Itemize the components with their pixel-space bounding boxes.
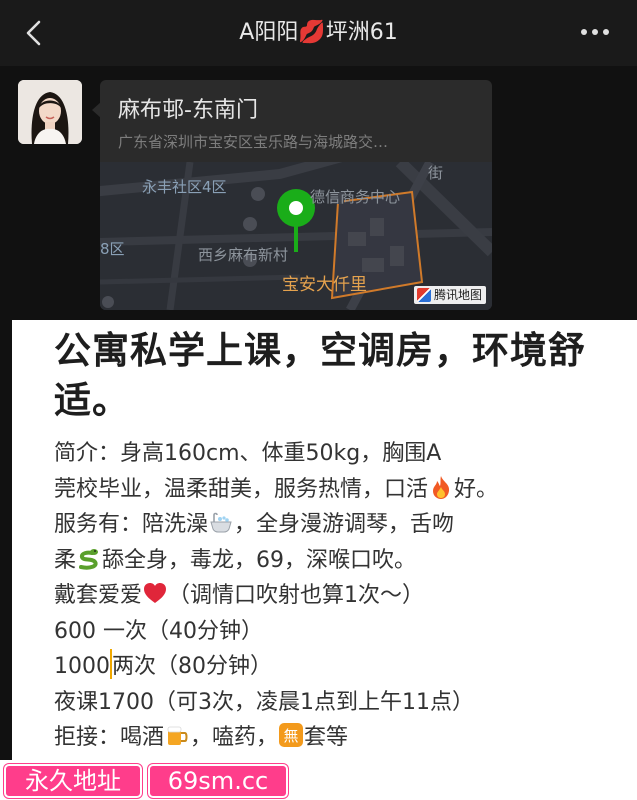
chat-title: A阳阳💋坪洲61 — [239, 20, 398, 45]
ad-line: 戴套爱爱 （调情口吹射也算1次～） — [54, 578, 624, 614]
location-map[interactable]: 永丰社区4区 德信商务中心 西乡麻布新村 8区 宝安大仟里 街 腾讯地图 — [100, 162, 492, 310]
map-provider-label: 腾讯地图 — [433, 288, 482, 302]
svg-text:無: 無 — [284, 727, 299, 745]
bathtub-icon — [210, 512, 232, 533]
ad-line: 莞校毕业，温柔甜美，服务热情，口活 好。 — [54, 472, 624, 508]
heart-icon — [144, 583, 167, 603]
ad-body: 简介：身高160cm、体重50kg，胸围A 莞校毕业，温柔甜美，服务热情，口活好… — [54, 436, 624, 756]
footer-watermark: 永久地址 69sm.cc — [0, 760, 637, 800]
more-dots-icon[interactable] — [579, 22, 611, 42]
map-label-landmark: 宝安大仟里 — [282, 275, 367, 295]
no-symbol-icon: 無 — [279, 723, 304, 747]
ad-text: 服务有：陪洗澡 — [54, 512, 209, 537]
ad-headline: 公寓私学上课，空调房，环境舒适。 — [54, 329, 586, 422]
ad-text: 套等 — [304, 725, 349, 750]
ad-text: 舔全身，毒龙，69，深喉口吹。 — [102, 547, 417, 573]
avatar[interactable] — [18, 80, 82, 144]
ad-text: 戴套爱爱 — [54, 583, 143, 608]
location-name: 麻布邨-东南门 — [118, 98, 258, 123]
fire-icon — [433, 475, 450, 499]
map-label-district: 8区 — [100, 240, 125, 258]
avatar-image — [18, 80, 82, 144]
ad-line: 服务有：陪洗澡 ，全身漫游调琴，舌吻 — [54, 507, 624, 543]
map-provider-logo: 腾讯地图 — [413, 286, 486, 304]
ad-text: 简介：身高160cm、体重50kg，胸围A — [54, 441, 442, 466]
beer-mug-icon — [167, 726, 188, 745]
ad-line: 600 一次（40分钟） — [54, 614, 624, 650]
ad-text: 好。 — [454, 476, 499, 502]
ad-card: 公寓私学上课，空调房，环境舒适。 简介：身高160cm、体重50kg，胸围A 莞… — [12, 320, 637, 760]
ad-line: 1000两次（80分钟） — [54, 649, 624, 685]
ad-text: ，嗑药， — [190, 725, 279, 750]
ad-text: 600 一次（40分钟） — [54, 618, 263, 644]
ad-text: （调情口吹射也算1次～） — [168, 583, 425, 608]
badge-site-link[interactable]: 69sm.cc — [148, 764, 288, 798]
tencent-map-icon — [416, 288, 431, 302]
map-label-community: 永丰社区4区 — [142, 178, 227, 196]
map-label-business: 德信商务中心 — [310, 188, 401, 206]
badge-permanent-address[interactable]: 永久地址 — [4, 764, 142, 798]
chat-area: 麻布邨-东南门 广东省深圳市宝安区宝乐路与海城路交… 永丰社区4区 德信商务中心… — [0, 66, 637, 320]
ad-text: 两次（80分钟） — [112, 654, 272, 679]
location-message[interactable]: 麻布邨-东南门 广东省深圳市宝安区宝乐路与海城路交… 永丰社区4区 德信商务中心… — [100, 80, 492, 310]
ad-line: 简介：身高160cm、体重50kg，胸围A — [54, 436, 624, 472]
snake-icon — [79, 548, 99, 570]
ad-line: 柔舔全身，毒龙，69，深喉口吹。 — [54, 543, 624, 579]
ad-text: 莞校毕业，温柔甜美，服务热情，口活 — [54, 476, 429, 502]
ad-text: 夜课1700（可3次，凌晨1点到上午11点） — [54, 689, 474, 715]
ad-text: ，全身漫游调琴，舌吻 — [234, 512, 455, 537]
map-label-street: 街 — [428, 164, 444, 182]
map-label-village: 西乡麻布新村 — [198, 246, 289, 264]
ad-text: 1000 — [54, 654, 110, 679]
ad-text: 拒接：喝酒 — [54, 725, 165, 750]
ad-line: 拒接：喝酒 ，嗑药， 無套等 — [54, 720, 624, 756]
location-address: 广东省深圳市宝安区宝乐路与海城路交… — [118, 133, 389, 151]
nav-bar: A阳阳💋坪洲61 — [0, 0, 637, 66]
ad-line: 夜课1700（可3次，凌晨1点到上午11点） — [54, 685, 624, 721]
ad-text: 柔 — [54, 547, 77, 573]
